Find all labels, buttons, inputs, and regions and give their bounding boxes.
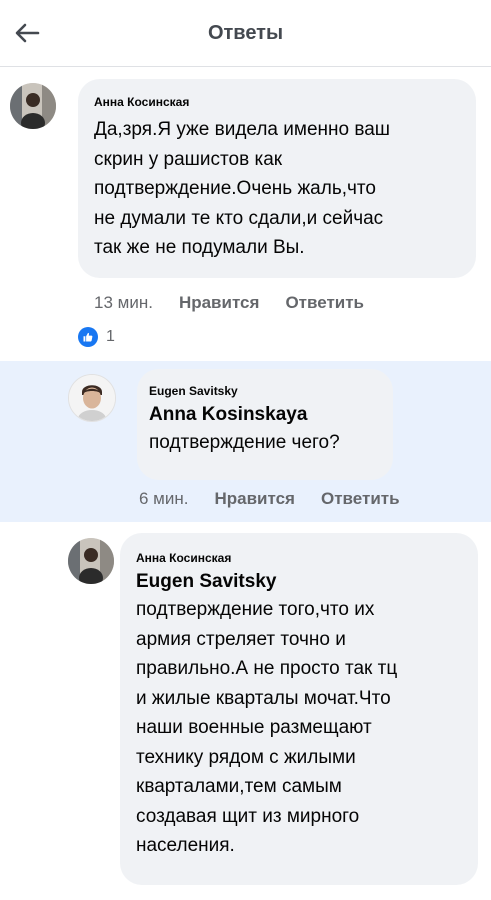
like-button[interactable]: Нравится [179, 293, 260, 313]
like-button[interactable]: Нравится [214, 489, 295, 509]
avatar[interactable] [68, 538, 114, 584]
top-bar: Ответы [0, 0, 491, 67]
comment-actions: 13 мин. Нравится Ответить [94, 293, 364, 313]
comment-bubble: Анна Косинская Да,зря.Я уже видела именн… [78, 79, 476, 278]
comment-author[interactable]: Анна Косинская [94, 95, 460, 109]
comment-time[interactable]: 6 мин. [139, 489, 188, 509]
like-thumb-icon [78, 327, 98, 347]
reply-button[interactable]: Ответить [285, 293, 364, 313]
comment-bubble: Анна Косинская Eugen Savitsky подтвержде… [120, 533, 478, 885]
page-title: Ответы [207, 22, 284, 44]
avatar[interactable] [10, 83, 56, 129]
comment-author[interactable]: Eugen Savitsky [149, 384, 379, 398]
comment-actions: 6 мин. Нравится Ответить [139, 489, 400, 509]
comment-text: подтверждение чего? [149, 432, 340, 453]
comment-text: Да,зря.Я уже видела именно ваш скрин у р… [94, 119, 391, 258]
reaction-summary[interactable]: 1 [78, 327, 115, 347]
comment-bubble: Eugen Savitsky Anna Kosinskaya подтвержд… [137, 369, 393, 480]
comment-author[interactable]: Анна Косинская [136, 551, 464, 565]
avatar[interactable] [68, 374, 116, 422]
comment-text: подтверждение того,что их армия стреляет… [136, 599, 398, 856]
reaction-count: 1 [106, 328, 115, 345]
comment-time[interactable]: 13 мин. [94, 293, 153, 313]
mention-tag[interactable]: Anna Kosinskaya [149, 404, 379, 426]
reply-button[interactable]: Ответить [321, 489, 400, 509]
mention-tag[interactable]: Eugen Savitsky [136, 571, 464, 593]
